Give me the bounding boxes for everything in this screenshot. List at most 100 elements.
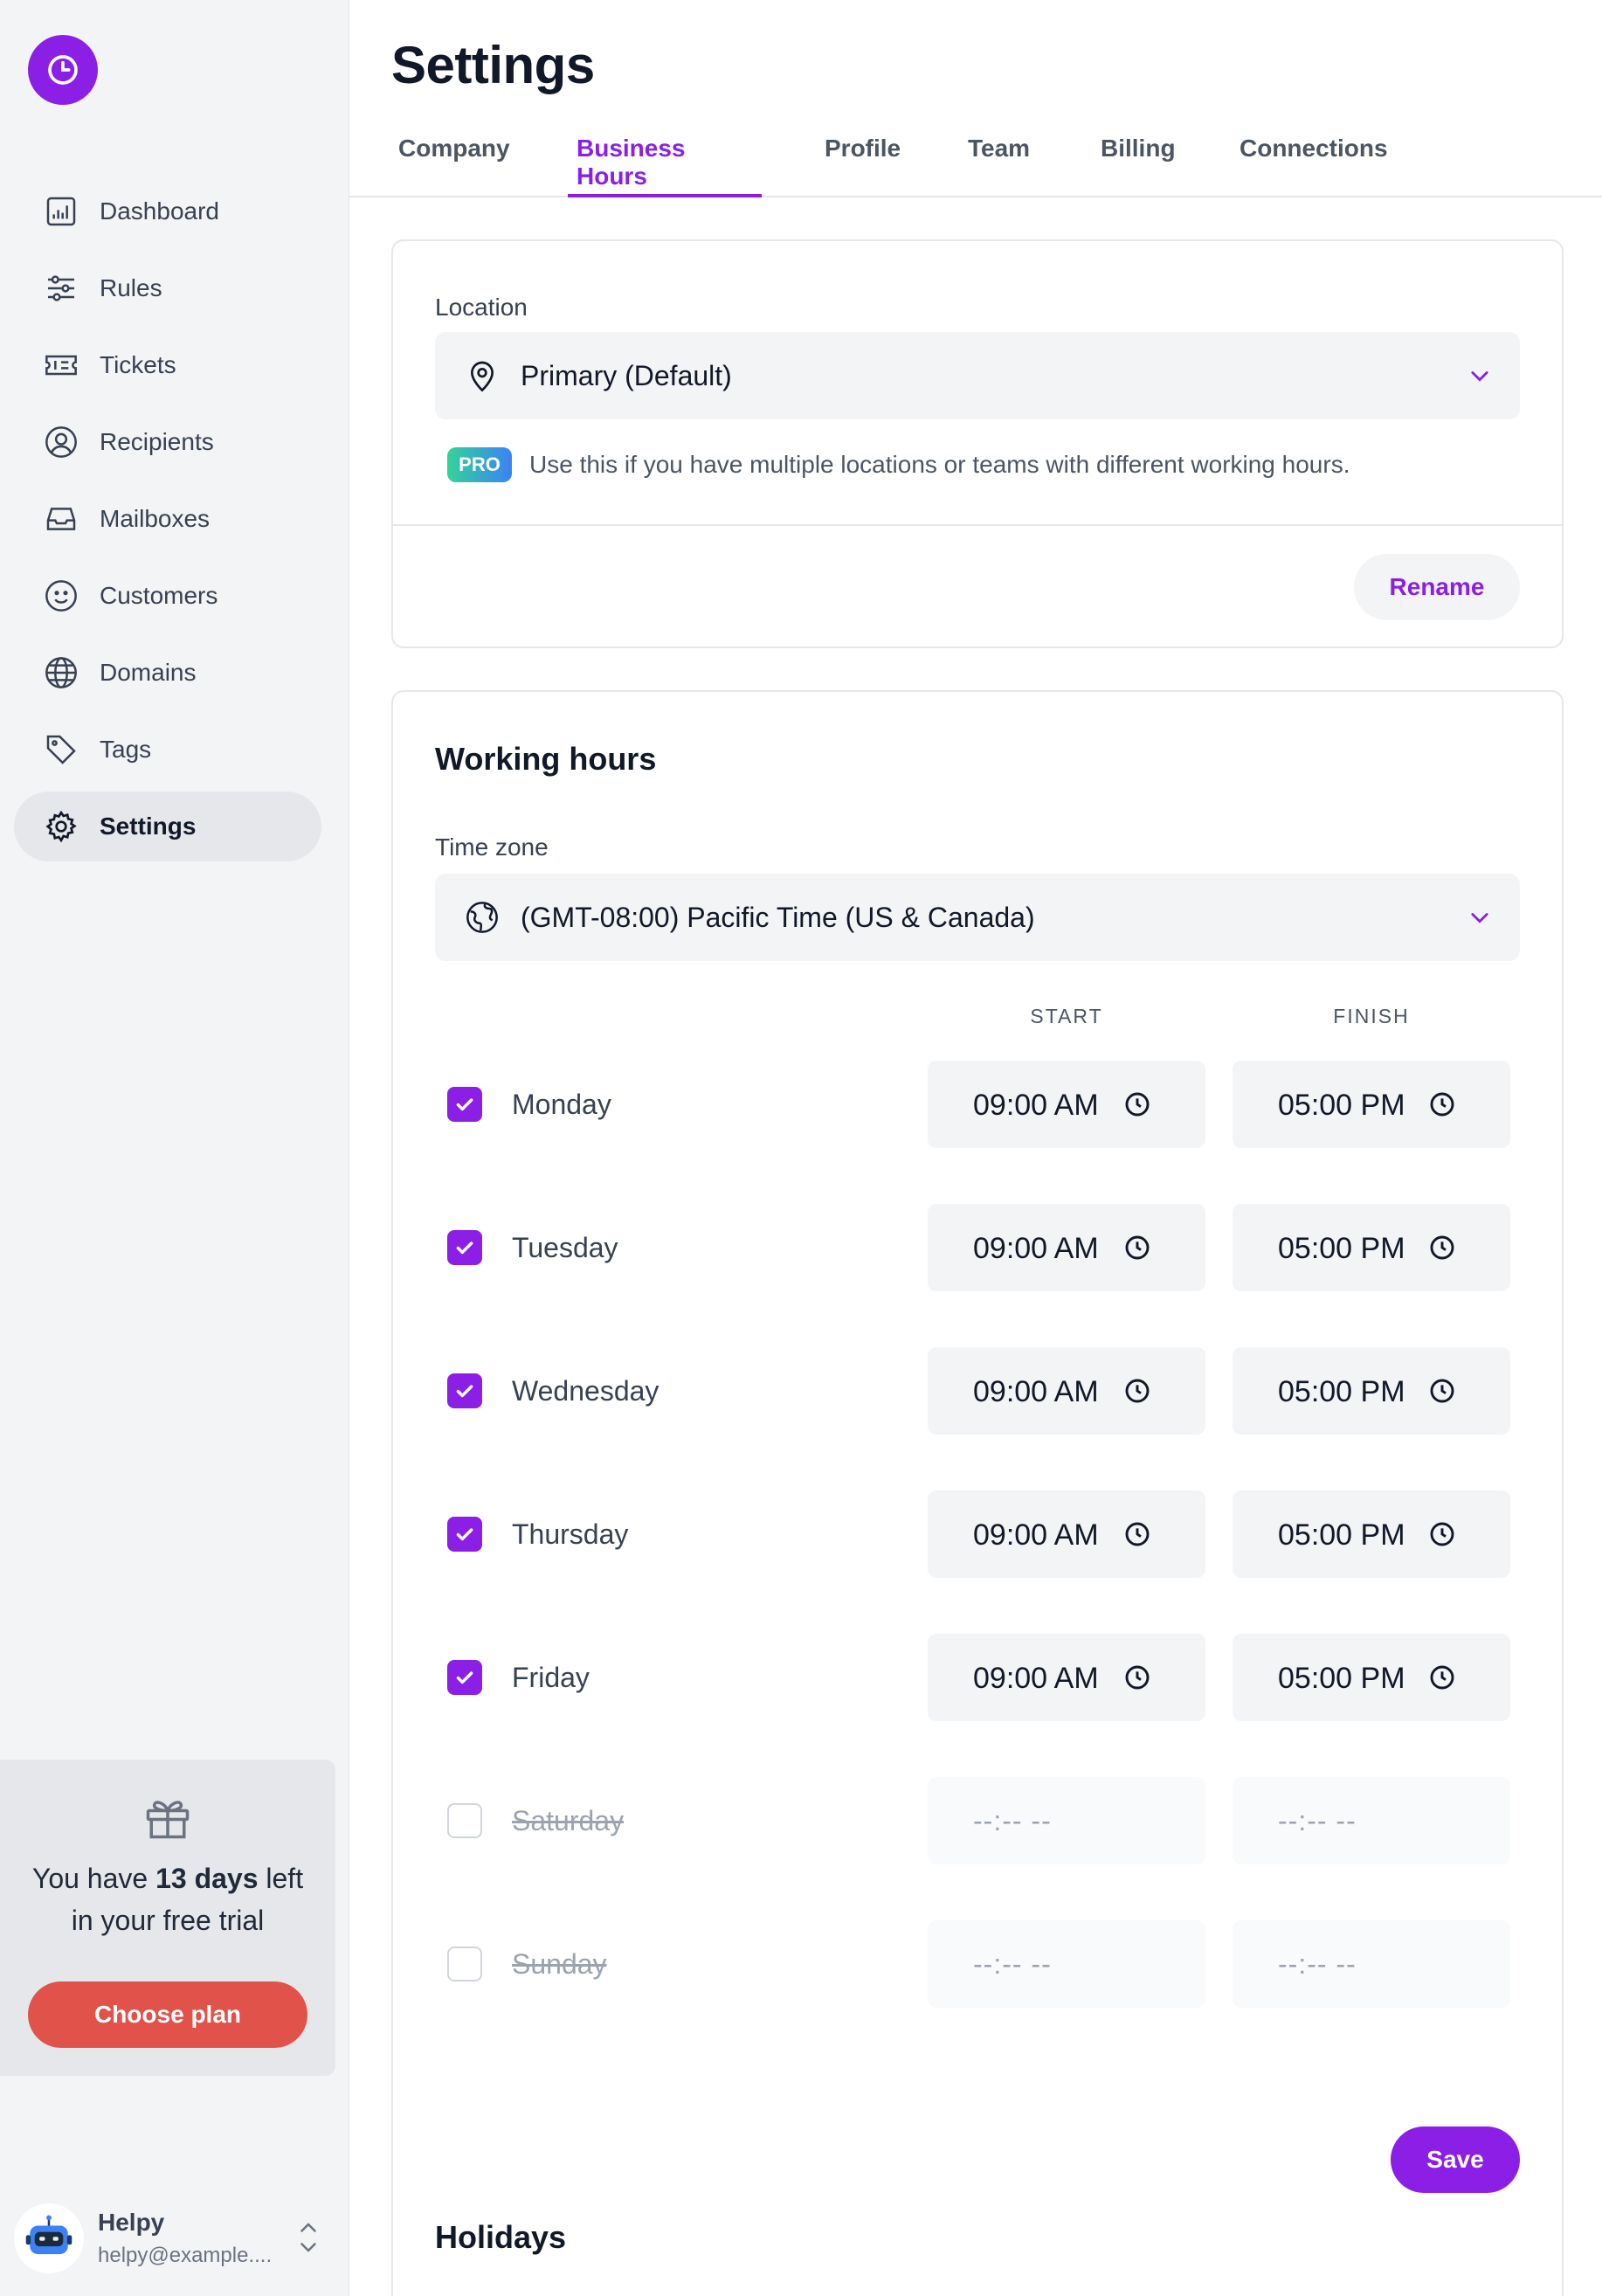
pro-badge: PRO xyxy=(447,447,512,482)
app-logo[interactable] xyxy=(28,35,98,105)
day-checkbox[interactable] xyxy=(447,1373,482,1408)
user-circle-icon xyxy=(44,425,79,460)
finish-time-input[interactable]: 05:00 PM xyxy=(1233,1204,1510,1291)
working-hours-card: Working hours Time zone (GMT-08:00) Paci… xyxy=(391,690,1564,2296)
check-icon xyxy=(456,1528,473,1541)
finish-time-input[interactable]: 05:00 PM xyxy=(1233,1490,1510,1578)
tab-connections[interactable]: Connections xyxy=(1239,129,1388,197)
finish-time-input[interactable]: 05:00 PM xyxy=(1233,1061,1510,1148)
clock-icon[interactable] xyxy=(1123,1520,1151,1548)
sidebar-item-label: Tickets xyxy=(100,351,176,378)
user-email: helpy@example.... xyxy=(98,2244,273,2267)
column-header-start: START xyxy=(1030,1005,1103,1027)
location-value: Primary (Default) xyxy=(521,359,732,391)
sidebar-item-tickets[interactable]: Tickets xyxy=(14,330,321,400)
location-help-text: Use this if you have multiple locations … xyxy=(529,451,1350,478)
tab-team[interactable]: Team xyxy=(968,129,1038,197)
trial-line2: in your free trial xyxy=(71,1905,265,1936)
finish-time-input: --:-- -- xyxy=(1233,1777,1510,1864)
tab-business-hours[interactable]: Business Hours xyxy=(568,129,762,197)
start-time-input: --:-- -- xyxy=(928,1920,1205,2008)
chevron-up-down-icon[interactable] xyxy=(295,2216,321,2259)
sidebar-item-label: Dashboard xyxy=(100,197,219,225)
location-card: Location Primary (Default) PRO Use this … xyxy=(391,239,1564,648)
sidebar-item-settings[interactable]: Settings xyxy=(14,792,321,861)
sidebar-item-domains[interactable]: Domains xyxy=(14,638,321,708)
start-time-input[interactable]: 09:00 AM xyxy=(928,1347,1205,1435)
sidebar-item-label: Rules xyxy=(100,274,162,301)
clock-icon[interactable] xyxy=(1428,1377,1456,1405)
day-checkbox[interactable] xyxy=(447,1803,482,1838)
day-checkbox[interactable] xyxy=(447,1660,482,1695)
day-checkbox[interactable] xyxy=(447,1947,482,1981)
start-time-input[interactable]: 09:00 AM xyxy=(928,1204,1205,1291)
finish-time-input[interactable]: 05:00 PM xyxy=(1233,1347,1510,1435)
start-time-input[interactable]: 09:00 AM xyxy=(928,1634,1205,1721)
finish-time-value: --:-- -- xyxy=(1278,1948,1357,1980)
day-checkbox[interactable] xyxy=(447,1087,482,1122)
clock-icon[interactable] xyxy=(1123,1663,1151,1691)
timezone-label: Time zone xyxy=(435,833,549,861)
sliders-icon xyxy=(44,271,79,306)
finish-time-input: --:-- -- xyxy=(1233,1920,1510,2008)
day-row-thursday: Thursday 09:00 AM 05:00 PM xyxy=(393,1490,1562,1578)
sidebar-item-tags[interactable]: Tags xyxy=(14,715,321,785)
day-row-friday: Friday 09:00 AM 05:00 PM xyxy=(393,1634,1562,1721)
sidebar-item-recipients[interactable]: Recipients xyxy=(14,407,321,477)
finish-time-value: 05:00 PM xyxy=(1278,1662,1405,1695)
day-checkbox[interactable] xyxy=(447,1230,482,1265)
tab-profile[interactable]: Profile xyxy=(825,129,903,197)
avatar xyxy=(14,2203,84,2273)
finish-time-value: 05:00 PM xyxy=(1278,1518,1405,1552)
working-hours-title: Working hours xyxy=(435,741,657,777)
clock-icon[interactable] xyxy=(1428,1663,1456,1691)
choose-plan-button[interactable]: Choose plan xyxy=(28,1981,307,2048)
start-time-input: --:-- -- xyxy=(928,1777,1205,1864)
sidebar-item-label: Mailboxes xyxy=(100,505,211,532)
globe-icon xyxy=(466,902,498,933)
day-row-saturday: Saturday --:-- -- --:-- -- xyxy=(393,1777,1562,1864)
day-row-wednesday: Wednesday 09:00 AM 05:00 PM xyxy=(393,1347,1562,1435)
finish-time-input[interactable]: 05:00 PM xyxy=(1233,1634,1510,1721)
start-time-value: 09:00 AM xyxy=(973,1662,1099,1695)
start-time-value: --:-- -- xyxy=(973,1805,1052,1836)
ticket-icon xyxy=(44,348,79,383)
chart-bar-icon xyxy=(44,194,79,229)
trial-prefix: You have xyxy=(31,1863,156,1894)
clock-icon[interactable] xyxy=(1428,1520,1456,1548)
start-time-value: 09:00 AM xyxy=(973,1232,1099,1265)
clock-icon[interactable] xyxy=(1123,1234,1151,1262)
clock-icon[interactable] xyxy=(1123,1090,1151,1118)
save-button[interactable]: Save xyxy=(1391,2127,1520,2193)
start-time-input[interactable]: 09:00 AM xyxy=(928,1490,1205,1578)
clock-icon[interactable] xyxy=(1428,1234,1456,1262)
day-label: Friday xyxy=(512,1662,590,1693)
rename-button[interactable]: Rename xyxy=(1354,554,1520,620)
start-time-input[interactable]: 09:00 AM xyxy=(928,1061,1205,1148)
sidebar-item-customers[interactable]: Customers xyxy=(14,561,321,631)
location-select[interactable]: Primary (Default) xyxy=(435,332,1520,419)
sidebar-item-rules[interactable]: Rules xyxy=(14,253,321,323)
timezone-select[interactable]: (GMT-08:00) Pacific Time (US & Canada) xyxy=(435,874,1520,961)
sidebar-item-mailboxes[interactable]: Mailboxes xyxy=(14,484,321,554)
tag-icon xyxy=(44,732,79,767)
trial-suffix: left xyxy=(258,1863,304,1894)
user-menu[interactable]: Helpy helpy@example.... xyxy=(14,2200,321,2273)
day-label: Saturday xyxy=(512,1805,625,1836)
column-header-finish: FINISH xyxy=(1333,1005,1410,1027)
tab-company[interactable]: Company xyxy=(398,129,510,197)
day-label: Thursday xyxy=(512,1518,629,1550)
day-label: Sunday xyxy=(512,1948,607,1980)
trial-message: You have 13 days left in your free trial xyxy=(17,1857,318,1941)
day-label: Monday xyxy=(512,1089,611,1120)
sidebar-item-dashboard[interactable]: Dashboard xyxy=(14,176,321,246)
smiley-icon xyxy=(44,578,79,613)
chevron-down-icon xyxy=(1471,913,1488,923)
tab-billing[interactable]: Billing xyxy=(1101,129,1179,197)
trial-days: 13 days xyxy=(155,1863,259,1894)
sidebar-item-label: Domains xyxy=(100,659,197,686)
day-checkbox[interactable] xyxy=(447,1517,482,1552)
clock-icon[interactable] xyxy=(1428,1090,1456,1118)
globe-icon xyxy=(44,655,79,690)
clock-icon[interactable] xyxy=(1123,1377,1151,1405)
